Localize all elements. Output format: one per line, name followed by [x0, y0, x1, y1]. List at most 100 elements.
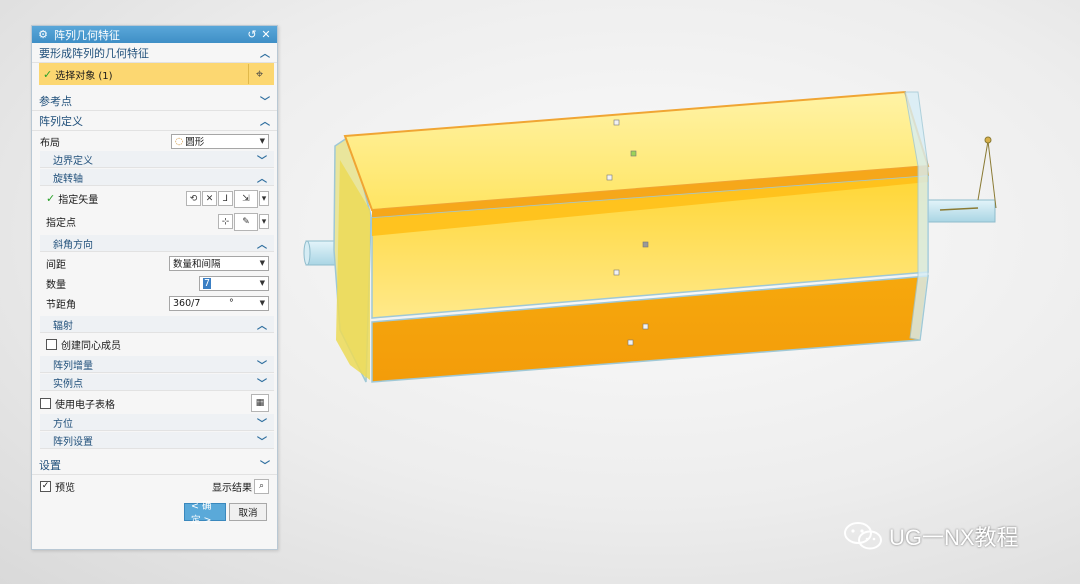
spacing-value: 数量和间隔 — [173, 259, 221, 270]
chevron-down-icon[interactable]: ﹀ — [256, 375, 268, 390]
shaft-right — [924, 199, 996, 223]
count-label: 数量 — [46, 279, 66, 291]
dropdown-arrow-icon: ▼ — [259, 259, 265, 267]
pitch-angle-row: 节距角 360/7 ° ▼ — [32, 293, 277, 313]
chevron-up-icon[interactable]: ︿ — [259, 113, 271, 128]
preview-row: ✓ 预览 显示结果 ⌕ — [32, 475, 277, 497]
chevron-down-icon[interactable]: ﹀ — [259, 457, 271, 472]
chevron-up-icon[interactable]: ︿ — [259, 45, 271, 60]
angular-direction-header[interactable]: 斜角方向 ︿ — [40, 235, 274, 252]
spreadsheet-label: 使用电子表格 — [55, 399, 115, 411]
instance-point-label: 实例点 — [53, 378, 83, 390]
section-settings-header[interactable]: 设置 ﹀ — [32, 455, 277, 475]
section-pattern-definition-header[interactable]: 阵列定义 ︿ — [32, 111, 277, 131]
section-reference-point-header[interactable]: 参考点 ﹀ — [32, 91, 277, 111]
pitch-angle-value: 360/7 — [173, 297, 201, 309]
checkmark-icon: ✓ — [46, 192, 56, 205]
specify-vector-row: ✓ 指定矢量 ⟲ ✕ ⅃ ⇲ ▾ — [32, 187, 277, 210]
pitch-angle-input[interactable]: 360/7 ° ▼ — [169, 295, 269, 311]
cross-vector-icon[interactable]: ✕ — [202, 191, 217, 206]
point-inference-icon[interactable]: ✎ — [234, 212, 258, 231]
specify-vector-label: 指定矢量 — [58, 195, 99, 206]
point-dropdown-icon[interactable]: ▾ — [259, 214, 269, 229]
chevron-down-icon[interactable]: ﹀ — [256, 357, 268, 372]
show-result-label: 显示结果 — [212, 482, 252, 494]
spreadsheet-checkbox[interactable] — [40, 397, 51, 409]
radial-header[interactable]: 辐射 ︿ — [40, 316, 274, 333]
reset-icon[interactable]: ↺ — [245, 28, 259, 41]
boundary-definition-header[interactable]: 边界定义 ﹀ — [40, 151, 274, 168]
select-object-label: 选择对象 (1) — [55, 70, 113, 82]
section-geometry-header[interactable]: 要形成阵列的几何特征 ︿ — [32, 43, 277, 63]
preview-checkbox[interactable]: ✓ — [40, 480, 51, 492]
spacing-dropdown[interactable]: 数量和间隔 ▼ — [169, 255, 269, 271]
vector-dropdown-icon[interactable]: ▾ — [259, 191, 269, 206]
pattern-geometry-dialog: ⚙ 阵列几何特征 ↺ ✕ 要形成阵列的几何特征 ︿ ✓ 选择对象 (1) ⌖ 参… — [31, 25, 278, 550]
orientation-header[interactable]: 方位 ﹀ — [40, 414, 274, 431]
watermark: UG一NX教程 — [843, 520, 1019, 552]
crosshair-icon[interactable]: ⌖ — [248, 64, 270, 84]
dropdown-arrow-icon: ▼ — [259, 299, 265, 307]
rotation-axis-header[interactable]: 旋转轴 ︿ — [40, 169, 274, 186]
section-geometry-label: 要形成阵列的几何特征 — [39, 46, 149, 60]
layout-row: 布局 ◌ 圆形 ▼ — [32, 131, 277, 151]
pitch-angle-label: 节距角 — [46, 299, 76, 311]
section-reference-point-label: 参考点 — [39, 94, 72, 108]
radial-label: 辐射 — [53, 320, 73, 332]
concentric-checkbox[interactable] — [46, 338, 57, 350]
specify-point-label: 指定点 — [46, 218, 76, 229]
orientation-label: 方位 — [53, 418, 73, 430]
chevron-down-icon[interactable]: ﹀ — [256, 415, 268, 430]
concentric-label: 创建同心成员 — [61, 340, 121, 352]
wechat-logo — [844, 522, 882, 550]
section-pattern-definition-label: 阵列定义 — [39, 114, 83, 128]
chevron-down-icon[interactable]: ﹀ — [256, 152, 268, 167]
instance-point-header[interactable]: 实例点 ﹀ — [40, 374, 274, 391]
spacing-row: 间距 数量和间隔 ▼ — [32, 253, 277, 273]
chevron-up-icon[interactable]: ︿ — [256, 170, 268, 185]
spacing-label: 间距 — [46, 259, 66, 271]
spreadsheet-icon[interactable]: ▦ — [251, 394, 269, 412]
layout-dropdown[interactable]: ◌ 圆形 ▼ — [171, 133, 269, 149]
chevron-up-icon[interactable]: ︿ — [256, 317, 268, 332]
chevron-up-icon[interactable]: ︿ — [256, 236, 268, 251]
ok-button[interactable]: < 确定 > — [184, 501, 226, 526]
dialog-title: 阵列几何特征 — [54, 28, 120, 42]
pattern-increment-header[interactable]: 阵列增量 ﹀ — [40, 356, 274, 373]
pattern-settings-header[interactable]: 阵列设置 ﹀ — [40, 432, 274, 449]
count-input[interactable]: 7 ▼ — [199, 275, 269, 291]
chevron-down-icon[interactable]: ﹀ — [256, 433, 268, 448]
dropdown-arrow-icon: ▼ — [259, 137, 265, 145]
pattern-increment-label: 阵列增量 — [53, 360, 93, 372]
angular-direction-label: 斜角方向 — [53, 239, 93, 251]
select-object-row[interactable]: ✓ 选择对象 (1) ⌖ — [39, 63, 274, 85]
specify-point-row: 指定点 ⊹ ✎ ▾ — [32, 210, 277, 233]
preview-label: 预览 — [55, 482, 75, 494]
vector-indicator — [939, 136, 997, 211]
count-row: 数量 7 ▼ — [32, 273, 277, 293]
close-icon[interactable]: ✕ — [259, 28, 273, 41]
watermark-text: UG一NX教程 — [889, 525, 1019, 550]
section-settings-label: 设置 — [39, 458, 61, 472]
pattern-settings-label: 阵列设置 — [53, 436, 93, 448]
reverse-direction-icon[interactable]: ⟲ — [186, 191, 201, 206]
checkmark-icon: ✓ — [43, 67, 53, 81]
layout-value: 圆形 — [185, 137, 205, 148]
rotation-axis-label: 旋转轴 — [53, 173, 83, 185]
concentric-row: 创建同心成员 — [32, 334, 277, 354]
dialog-buttons: < 确定 > 取消 — [32, 497, 277, 527]
count-value: 7 — [203, 277, 212, 289]
point-dialog-icon[interactable]: ⊹ — [218, 214, 233, 229]
magnifier-icon[interactable]: ⌕ — [254, 478, 269, 494]
vector-constructor-icon[interactable]: ⇲ — [234, 189, 258, 208]
gear-icon: ⚙ — [38, 28, 48, 41]
dialog-titlebar: ⚙ 阵列几何特征 ↺ ✕ — [32, 26, 277, 43]
axis-vector-icon[interactable]: ⅃ — [218, 191, 233, 206]
circular-layout-icon: ◌ — [175, 135, 184, 147]
boundary-definition-label: 边界定义 — [53, 155, 93, 167]
pitch-angle-unit: ° — [229, 297, 234, 309]
cancel-button[interactable]: 取消 — [229, 503, 267, 521]
dropdown-arrow-icon: ▼ — [259, 279, 265, 287]
layout-label: 布局 — [40, 137, 60, 149]
chevron-down-icon[interactable]: ﹀ — [259, 93, 271, 108]
